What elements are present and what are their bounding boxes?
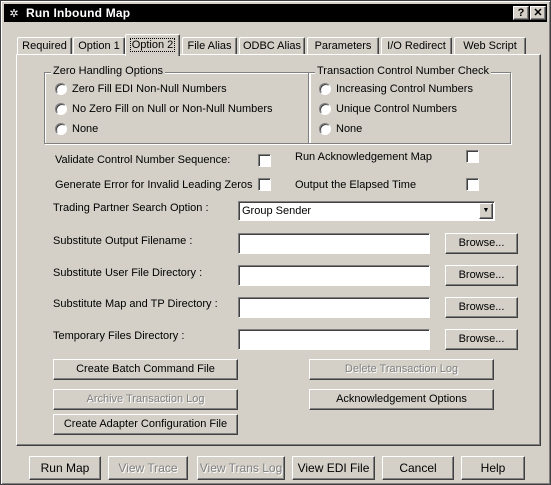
trading-partner-value: Group Sender <box>242 205 312 217</box>
radio-no-zero-fill[interactable]: No Zero Fill on Null or Non-Null Numbers <box>55 103 273 115</box>
radio-zero-fill[interactable]: Zero Fill EDI Non-Null Numbers <box>55 83 227 95</box>
browse-user-dir-button[interactable]: Browse... <box>445 265 518 286</box>
chevron-down-icon[interactable]: ▼ <box>479 203 493 219</box>
help-button[interactable]: Help <box>461 456 525 480</box>
trading-partner-label: Trading Partner Search Option : <box>53 202 209 214</box>
radio-increasing[interactable]: Increasing Control Numbers <box>319 83 473 95</box>
view-edi-file-button[interactable]: View EDI File <box>292 456 375 480</box>
validate-seq-label: Validate Control Number Sequence: <box>55 154 231 166</box>
run-ack-map-label: Run Acknowledgement Map <box>295 151 432 163</box>
option-2-panel: Zero Handling Options Zero Fill EDI Non-… <box>16 54 541 446</box>
tab-odbc-alias[interactable]: ODBC Alias <box>239 37 305 55</box>
tab-strip: Required Option 1 Option 2 File Alias OD… <box>1 1 551 61</box>
tcn-check-title: Transaction Control Number Check <box>315 65 491 77</box>
tab-option-2[interactable]: Option 2 <box>125 34 180 56</box>
run-ack-map-checkbox[interactable] <box>466 150 479 163</box>
view-trace-button[interactable]: View Trace <box>108 456 188 480</box>
trading-partner-select[interactable]: Group Sender ▼ <box>238 201 495 221</box>
tab-io-redirect[interactable]: I/O Redirect <box>381 37 452 55</box>
tab-parameters[interactable]: Parameters <box>307 37 379 55</box>
tab-required[interactable]: Required <box>17 37 72 55</box>
radio-zero-none[interactable]: None <box>55 123 98 135</box>
delete-log-button[interactable]: Delete Transaction Log <box>309 359 494 380</box>
tab-option-1[interactable]: Option 1 <box>73 37 125 55</box>
temp-dir-input[interactable] <box>238 329 430 350</box>
validate-seq-checkbox[interactable] <box>258 154 271 167</box>
radio-button[interactable] <box>319 123 331 135</box>
run-map-button[interactable]: Run Map <box>29 456 101 480</box>
tcn-check-group: Transaction Control Number Check Increas… <box>308 65 511 144</box>
radio-button[interactable] <box>55 83 67 95</box>
tab-file-alias[interactable]: File Alias <box>182 37 237 55</box>
elapsed-time-label: Output the Elapsed Time <box>295 179 417 191</box>
archive-log-button[interactable]: Archive Transaction Log <box>53 389 238 410</box>
create-adapter-button[interactable]: Create Adapter Configuration File <box>53 414 238 435</box>
sub-output-label: Substitute Output Filename : <box>53 235 193 247</box>
ack-options-button[interactable]: Acknowledgement Options <box>309 389 494 410</box>
browse-temp-dir-button[interactable]: Browse... <box>445 329 518 350</box>
radio-button[interactable] <box>55 103 67 115</box>
sub-user-dir-label: Substitute User File Directory : <box>53 267 203 279</box>
create-batch-button[interactable]: Create Batch Command File <box>53 359 238 380</box>
sub-map-dir-label: Substitute Map and TP Directory : <box>53 298 218 310</box>
radio-unique[interactable]: Unique Control Numbers <box>319 103 457 115</box>
zero-handling-group: Zero Handling Options Zero Fill EDI Non-… <box>44 65 310 144</box>
gen-error-checkbox[interactable] <box>258 178 271 191</box>
elapsed-time-checkbox[interactable] <box>466 178 479 191</box>
sub-user-dir-input[interactable] <box>238 265 430 286</box>
radio-button[interactable] <box>55 123 67 135</box>
browse-map-dir-button[interactable]: Browse... <box>445 297 518 318</box>
sub-output-input[interactable] <box>238 233 430 254</box>
radio-button[interactable] <box>319 83 331 95</box>
run-inbound-map-dialog: ✲ Run Inbound Map ? ✕ Required Option 1 … <box>0 0 551 485</box>
radio-tcn-none[interactable]: None <box>319 123 362 135</box>
gen-error-label: Generate Error for Invalid Leading Zeros <box>55 179 253 191</box>
temp-dir-label: Temporary Files Directory : <box>53 330 185 342</box>
zero-handling-title: Zero Handling Options <box>51 65 166 77</box>
sub-map-dir-input[interactable] <box>238 297 430 318</box>
browse-output-button[interactable]: Browse... <box>445 233 518 254</box>
tab-web-script[interactable]: Web Script <box>454 37 526 55</box>
radio-button[interactable] <box>319 103 331 115</box>
view-trans-log-button[interactable]: View Trans Log <box>197 456 285 480</box>
cancel-button[interactable]: Cancel <box>382 456 454 480</box>
